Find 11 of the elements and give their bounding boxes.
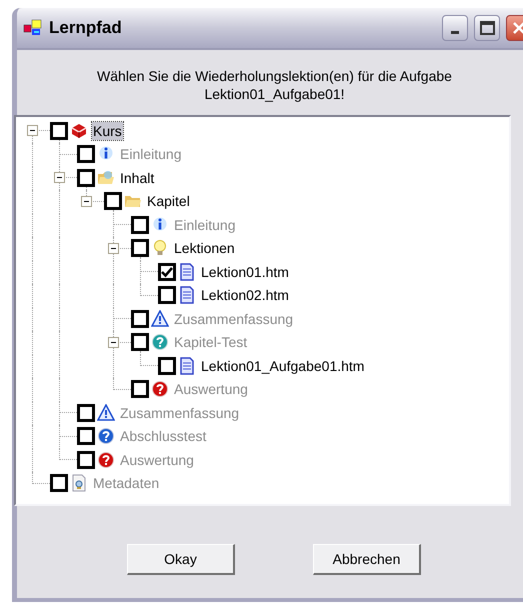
tree-item[interactable]: Lektionen bbox=[173, 239, 236, 258]
tree-item[interactable]: Inhalt bbox=[119, 168, 156, 187]
tree-item[interactable]: Lektion02.htm bbox=[200, 286, 290, 304]
tree-item[interactable]: Lektion01.htm bbox=[200, 262, 290, 281]
ok-button[interactable]: Okay bbox=[127, 544, 235, 575]
cancel-button[interactable]: Abbrechen bbox=[313, 544, 421, 575]
instruction-text: Wählen Sie die Wiederholungslektion(en) für die Aufgabe bbox=[97, 67, 452, 85]
tree-item[interactable]: Kurs bbox=[92, 122, 123, 140]
window-title: Lernpfad bbox=[49, 17, 122, 40]
tree-item[interactable]: Kapitel bbox=[146, 192, 191, 210]
instruction-text: Lektion01_Aufgabe01! bbox=[204, 85, 345, 103]
